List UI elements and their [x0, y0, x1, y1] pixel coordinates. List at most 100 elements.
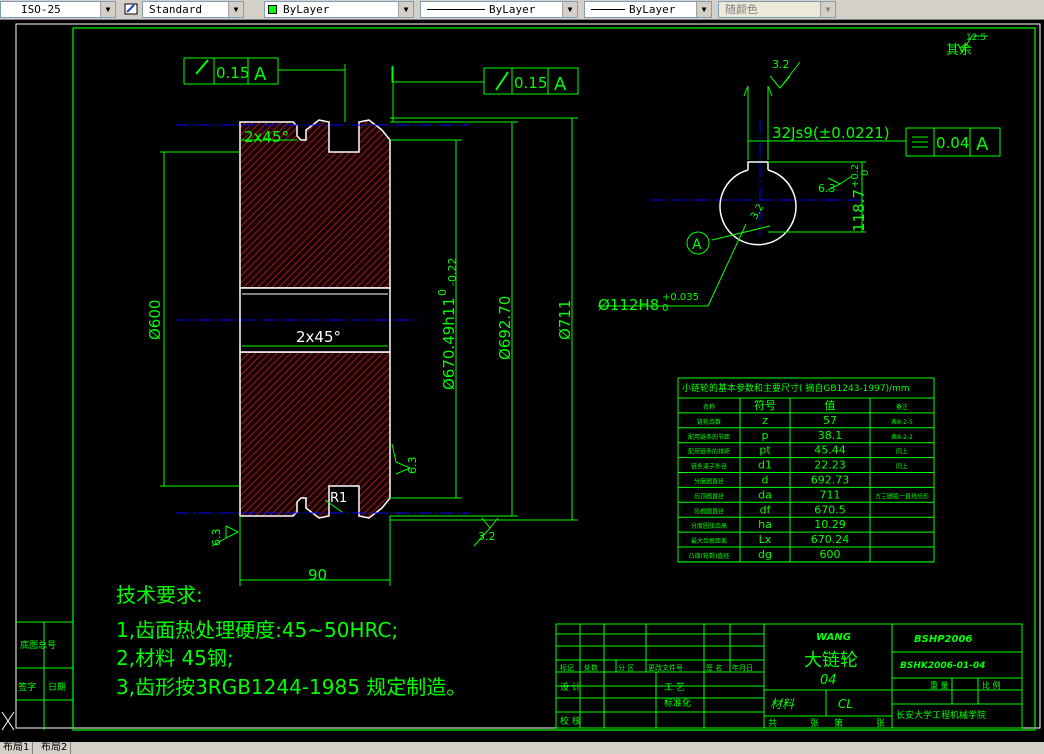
table-cell: 同上 [896, 463, 908, 471]
drawing-svg[interactable]: 底图总号 签字 日期 0.15 A 0.15 A 2x45° 2x45° Ø60… [0, 20, 1044, 742]
datum-a-label-b: A [554, 74, 567, 95]
table-cell: 670.5 [814, 503, 846, 516]
tb-material: CL [838, 697, 853, 711]
rough-63-right: 6.3 [406, 457, 419, 475]
lineweight-sample-icon [591, 9, 625, 10]
bore-tol-low: 0 [662, 303, 668, 314]
tb-h-count: 处数 [584, 663, 598, 672]
textstyle-select[interactable]: Standard ▼ [142, 1, 244, 18]
chevron-down-icon[interactable]: ▼ [100, 2, 115, 17]
table-cell: df [760, 503, 772, 516]
depth-dim: 118.7 [850, 189, 868, 232]
dia-711: Ø711 [556, 300, 574, 340]
color-swatch-icon [268, 5, 277, 14]
chevron-down-icon[interactable]: ▼ [228, 2, 243, 17]
table-cell: d [762, 474, 769, 487]
tb-drawing-no-2: BSHK2006-01-04 [900, 661, 985, 671]
tb-h-sign: 签 名 [706, 663, 722, 672]
chevron-down-icon[interactable]: ▼ [562, 2, 577, 17]
tb-h-mark: 标记 [560, 663, 574, 672]
properties-toolbar: ISO-25 ▼ Standard ▼ ByLayer ▼ ByLayer ▼ … [0, 0, 1044, 20]
table-cell: 链轮齿数 [697, 418, 721, 426]
tb-drawing-no-1: BSHP2006 [914, 634, 972, 645]
remaining-value: 12.5 [966, 33, 986, 43]
table-cell: 10.29 [814, 518, 846, 531]
table-cell: 692.73 [811, 474, 850, 487]
table-cell: d1 [758, 459, 772, 472]
dia-600: Ø600 [146, 300, 164, 340]
table-cell: 分度圆弦齿高 [691, 522, 727, 530]
tb-part-name: 大链轮 [804, 650, 858, 671]
tb-h-date: 年月日 [732, 663, 753, 672]
lineweight-value: ByLayer [629, 3, 676, 16]
table-cell: 配用链条的排距 [688, 448, 730, 456]
table-cell: da [758, 488, 772, 501]
tb-sheet-unit: 张 [810, 718, 819, 729]
side-label-date: 日期 [48, 682, 66, 693]
notes-line1: 1,齿面热处理硬度:45~50HRC; [116, 618, 398, 642]
textstyle-value: Standard [149, 3, 202, 16]
color-select[interactable]: ByLayer ▼ [264, 1, 414, 18]
lineweight-select[interactable]: ByLayer ▼ [584, 1, 712, 18]
table-cell: 22.23 [814, 459, 846, 472]
side-labels: 底图总号 签字 日期 [18, 639, 66, 693]
table-cell: 方三圆弧一直线齿形 [875, 492, 929, 500]
tb-craft: 工 艺 [664, 682, 685, 693]
table-cell: 分度圆直径 [694, 478, 724, 486]
table-header-cell: 值 [825, 399, 836, 412]
bore-dim: Ø112H8 [598, 296, 659, 314]
table-cell: 齿顶圆直径 [694, 492, 724, 500]
layout-tabs: 布局1 布局2 [0, 742, 1044, 754]
chevron-down-icon[interactable]: ▼ [696, 2, 711, 17]
drawing-canvas[interactable]: 底图总号 签字 日期 0.15 A 0.15 A 2x45° 2x45° Ø60… [0, 20, 1044, 742]
datum-circle-a: A [692, 237, 702, 253]
table-cell: pt [759, 444, 771, 457]
title-block-text: WANG 大链轮 04 BSHP2006 BSHK2006-01-04 材料 C… [560, 632, 1001, 729]
linetype-select[interactable]: ByLayer ▼ [420, 1, 578, 18]
tb-material-label: 材料 [770, 697, 795, 711]
table-cell: 配用链条的节距 [688, 433, 730, 441]
remaining-label: 其余 [946, 42, 972, 58]
table-header-cell: 符号 [754, 399, 776, 412]
dimstyle-value: ISO-25 [21, 3, 61, 16]
tb-row-check: 校 核 [560, 715, 581, 727]
table-cell: p [762, 429, 769, 442]
table-cell: z [762, 414, 768, 427]
dimstyle-select[interactable]: ISO-25 ▼ [0, 1, 116, 18]
tab-layout2[interactable]: 布局2 [38, 742, 72, 754]
tb-scale: 比 例 [982, 680, 1001, 690]
width-90: 90 [308, 566, 327, 584]
text-style-icon[interactable] [124, 2, 138, 16]
dia-670-tol-low: -0.22 [446, 258, 459, 286]
datum-a-label: A [254, 64, 267, 85]
depth-tol-low: 0 [860, 170, 871, 176]
tb-sheet-unit-2: 张 [876, 718, 885, 729]
chamfer-mid: 2x45° [296, 328, 341, 346]
table-cell: 45.44 [814, 444, 846, 457]
keyway-tol: 32Js9(±0.0221) [772, 124, 890, 142]
chevron-down-icon[interactable]: ▼ [820, 2, 835, 17]
table-cell: 同上 [896, 448, 908, 456]
table-cell: 670.24 [811, 533, 850, 546]
table-cell: 链条滚子外径 [691, 463, 727, 471]
radius-r1: R1 [330, 491, 347, 506]
rough-63-keyway: 6.3 [818, 182, 836, 195]
ucs-icon [1, 711, 15, 731]
table-cell: 表8-2-5 [891, 418, 913, 426]
tab-layout1[interactable]: 布局1 [0, 742, 34, 754]
table-cell: 711 [820, 488, 841, 501]
technical-notes: 技术要求: 1,齿面热处理硬度:45~50HRC; 2,材料 45钢; 3,齿形… [116, 583, 466, 699]
plotstyle-value: 随颜色 [725, 3, 758, 16]
tb-part-no: 04 [820, 673, 837, 688]
param-table: 小链轮的基本参数和主要尺寸( 摘自GB1243-1997)/mm 名称 符号 值 备注… [677, 377, 935, 563]
table-header-cell: 备注 [896, 403, 908, 411]
plotstyle-select[interactable]: 随颜色 ▼ [718, 1, 836, 18]
tol-value-a: 0.15 [216, 64, 249, 82]
table-cell: 凸缘(轮毂)直径 [689, 552, 730, 560]
tb-school: 长安大学工程机械学院 [896, 709, 986, 721]
tb-h-doc: 更改文件号 [648, 663, 683, 672]
tb-sheet-no: 第 [834, 717, 843, 729]
chevron-down-icon[interactable]: ▼ [398, 2, 413, 17]
table-cell: 57 [823, 414, 837, 427]
rough-32-bore: 3.2 [749, 202, 766, 221]
